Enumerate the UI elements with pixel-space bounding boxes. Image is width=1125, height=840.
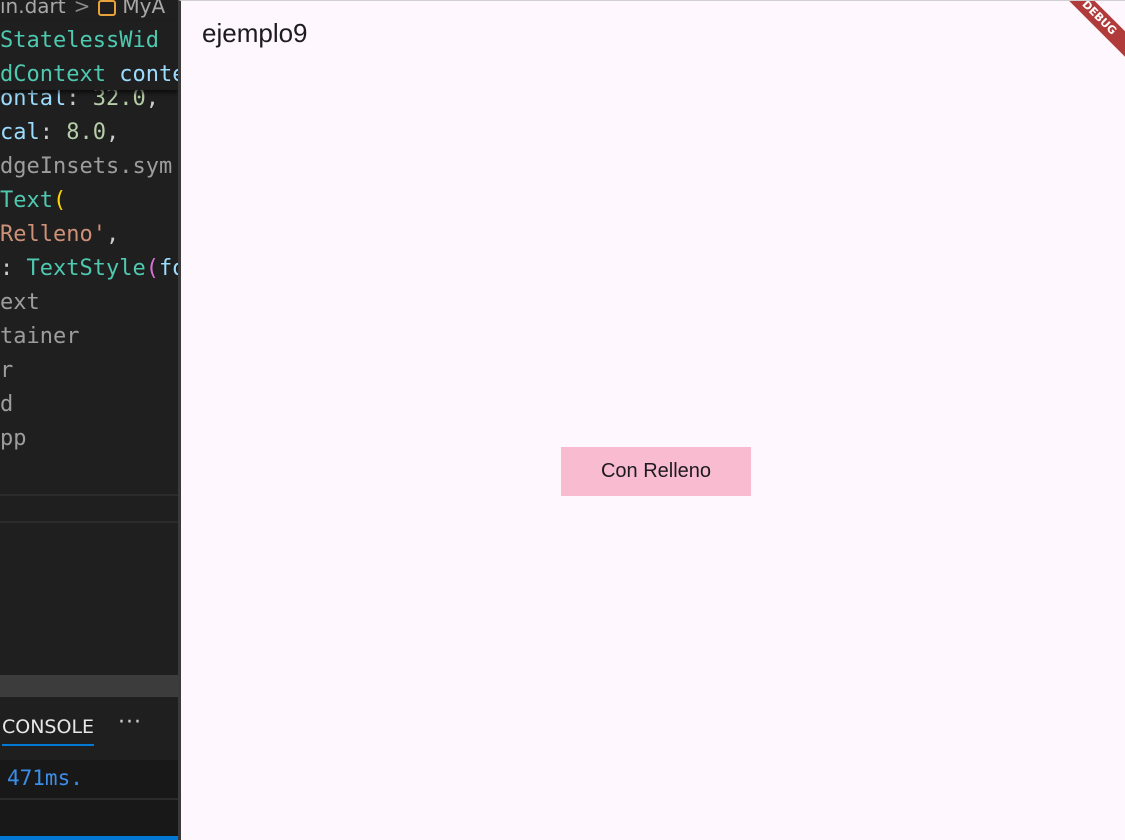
tab-debug-console[interactable]: CONSOLE	[2, 716, 95, 746]
code-token: StatelessWid	[0, 28, 159, 53]
code-token: conte	[105, 62, 178, 87]
code-token: tainer	[0, 324, 80, 349]
breadcrumb: in.dart > MyA	[0, 0, 165, 18]
code-token: dContext	[0, 62, 106, 87]
code-token: ext	[0, 290, 40, 315]
code-token: dgeInsets.sym	[0, 154, 173, 179]
code-line-6[interactable]: : TextStyle(fo	[0, 252, 178, 286]
vscode-editor: in.dart > MyA StatelessWid dContext conte …	[0, 0, 178, 840]
status-bar	[0, 836, 178, 840]
code-line-5[interactable]: Relleno',	[0, 218, 119, 252]
code-token: ,	[106, 120, 120, 145]
breadcrumb-separator: >	[73, 0, 91, 18]
sticky-line-1[interactable]: StatelessWid	[0, 24, 159, 58]
breadcrumb-file[interactable]: in.dart	[0, 0, 66, 18]
code-token: Text	[0, 188, 53, 213]
panel-divider	[0, 798, 178, 800]
code-token: TextStyle	[26, 256, 146, 281]
code-token: fo	[158, 256, 178, 281]
code-line-3[interactable]: dgeInsets.sym	[0, 150, 172, 184]
console-output-line: 471ms.	[7, 766, 83, 790]
code-token: d	[0, 392, 14, 417]
code-token: :	[0, 256, 27, 281]
padded-container-label: Con Relleno	[600, 460, 712, 482]
page-title: ejemplo9	[202, 18, 308, 48]
code-line-8[interactable]: tainer	[0, 320, 79, 354]
symbol-class-icon	[98, 0, 117, 16]
editor-divider	[0, 494, 178, 496]
code-token: (	[145, 256, 159, 281]
code-token: 8.0	[66, 120, 106, 145]
code-line-11[interactable]: pp	[0, 422, 27, 456]
code-token: ,	[105, 222, 120, 247]
code-token: :	[39, 120, 67, 145]
code-line-10[interactable]: d	[0, 388, 13, 422]
sticky-line-2[interactable]: dContext conte	[0, 58, 178, 92]
flutter-app-window: ejemplo9 Con Relleno DEBUG	[178, 0, 1125, 840]
code-token: r	[0, 358, 14, 383]
more-actions-icon[interactable]: ···	[118, 710, 142, 735]
code-token: pp	[0, 426, 27, 451]
code-line-2[interactable]: cal: 8.0,	[0, 116, 119, 150]
debug-banner: DEBUG	[1050, 1, 1125, 67]
code-token: Relleno'	[0, 222, 106, 247]
editor-divider	[0, 521, 178, 523]
code-line-7[interactable]: ext	[0, 286, 40, 320]
code-line-4[interactable]: Text(	[0, 184, 66, 218]
code-token: cal	[0, 120, 40, 145]
padded-container: Con Relleno	[561, 447, 751, 496]
horizontal-scrollbar[interactable]	[0, 675, 178, 697]
breadcrumb-symbol[interactable]: MyA	[122, 0, 165, 18]
sticky-scroll-header: StatelessWid dContext conte	[0, 22, 178, 90]
code-token: (	[52, 188, 67, 213]
code-line-9[interactable]: r	[0, 354, 13, 388]
